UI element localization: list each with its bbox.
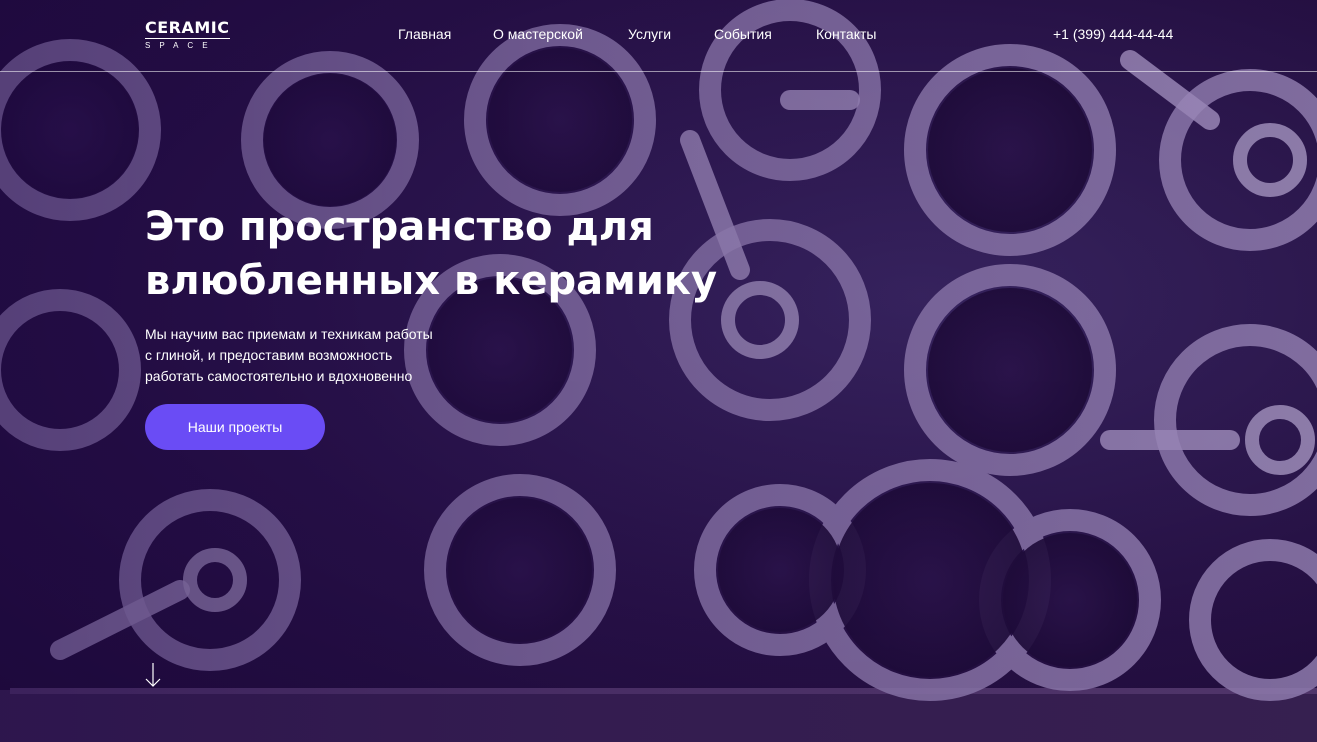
hero-title: Это пространство для влюбленных в керами…	[145, 200, 765, 308]
logo[interactable]: CERAMIC SPACE	[145, 19, 230, 51]
hero-title-line-1: Это пространство для	[145, 204, 654, 250]
hero-subtitle-line-2: с глиной, и предоставим возможность	[145, 347, 393, 363]
hero-title-line-2: влюбленных в керамику	[145, 258, 718, 304]
logo-sub-text: SPACE	[145, 41, 217, 50]
hero-subtitle-line-3: работать самостоятельно и вдохновенно	[145, 368, 413, 384]
our-projects-button[interactable]: Наши проекты	[145, 404, 325, 450]
nav-item-home[interactable]: Главная	[398, 24, 451, 44]
arrow-down-icon[interactable]	[143, 662, 163, 688]
logo-main-text: CERAMIC	[145, 18, 230, 39]
hero-subtitle-line-1: Мы научим вас приемам и техникам работы	[145, 326, 433, 342]
nav-item-services[interactable]: Услуги	[628, 24, 671, 44]
site-header: CERAMIC SPACE Главная О мастерской Услуг…	[0, 0, 1317, 72]
hero-subtitle: Мы научим вас приемам и техникам работы …	[145, 324, 475, 387]
hero-section: CERAMIC SPACE Главная О мастерской Услуг…	[0, 0, 1317, 742]
nav-item-about[interactable]: О мастерской	[493, 24, 583, 44]
phone-link[interactable]: +1 (399) 444-44-44	[1053, 24, 1173, 44]
nav-item-contacts[interactable]: Контакты	[816, 24, 876, 44]
nav-item-events[interactable]: События	[714, 24, 772, 44]
